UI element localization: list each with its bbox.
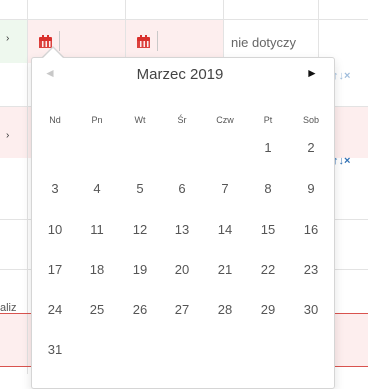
table-column-divider xyxy=(125,0,126,60)
day-cell[interactable]: 6 xyxy=(167,178,197,200)
day-cell[interactable]: 31 xyxy=(40,339,70,361)
day-cell[interactable]: 23 xyxy=(296,259,326,281)
day-cell[interactable]: 12 xyxy=(125,219,155,241)
day-of-week-label: Sob xyxy=(302,115,319,125)
datepicker-caret xyxy=(43,48,63,58)
day-cell[interactable]: 5 xyxy=(125,178,155,200)
day-cell[interactable]: 10 xyxy=(40,219,70,241)
table-column-divider xyxy=(27,0,28,374)
day-cell[interactable]: 28 xyxy=(210,299,240,321)
day-cell[interactable]: 3 xyxy=(40,178,70,200)
day-of-week-label: Pn xyxy=(91,115,103,125)
day-cell[interactable]: 8 xyxy=(253,178,283,200)
datepicker-month-title[interactable]: Marzec 2019 xyxy=(128,66,232,83)
day-of-week-label: Nd xyxy=(49,115,61,125)
day-of-week-label: Wt xyxy=(134,115,146,125)
next-month-icon[interactable]: ► xyxy=(306,66,318,80)
remove-icon[interactable]: × xyxy=(344,70,350,82)
day-of-week-label: Czw xyxy=(216,115,234,125)
day-cell[interactable]: 16 xyxy=(296,219,326,241)
day-cell[interactable]: 9 xyxy=(296,178,326,200)
day-cell[interactable]: 7 xyxy=(210,178,240,200)
row-expand-arrow[interactable]: › xyxy=(6,33,9,44)
day-cell[interactable]: 14 xyxy=(210,219,240,241)
day-cell[interactable]: 27 xyxy=(167,299,197,321)
table-cell-highlight-green xyxy=(0,20,27,63)
day-cell[interactable]: 11 xyxy=(82,219,112,241)
not-applicable-text: nie dotyczy xyxy=(231,35,297,50)
day-cell[interactable]: 25 xyxy=(82,299,112,321)
day-cell[interactable]: 13 xyxy=(167,219,197,241)
day-cell[interactable]: 18 xyxy=(82,259,112,281)
input-addon-divider xyxy=(157,31,158,51)
day-cell[interactable]: 26 xyxy=(125,299,155,321)
remove-icon[interactable]: × xyxy=(344,155,350,167)
day-cell[interactable]: 15 xyxy=(253,219,283,241)
day-cell[interactable]: 20 xyxy=(167,259,197,281)
day-cell[interactable]: 21 xyxy=(210,259,240,281)
day-cell[interactable]: 19 xyxy=(125,259,155,281)
day-cell[interactable]: 29 xyxy=(253,299,283,321)
day-cell[interactable]: 24 xyxy=(40,299,70,321)
row-actions: ↑↓× xyxy=(333,155,350,167)
day-of-week-label: Pt xyxy=(263,115,273,125)
calendar-icon[interactable] xyxy=(137,35,150,48)
day-cell[interactable]: 22 xyxy=(253,259,283,281)
truncated-label: aliz xyxy=(0,302,17,314)
table-row-divider xyxy=(0,19,368,20)
day-cell[interactable]: 1 xyxy=(253,137,283,159)
day-cell[interactable]: 30 xyxy=(296,299,326,321)
day-cell[interactable]: 2 xyxy=(296,137,326,159)
day-of-week-label: Śr xyxy=(177,115,187,125)
row-expand-arrow[interactable]: › xyxy=(6,130,9,141)
table-column-divider xyxy=(223,0,224,60)
day-cell[interactable]: 17 xyxy=(40,259,70,281)
row-actions: ↑↓× xyxy=(333,70,350,82)
previous-month-icon[interactable]: ◄ xyxy=(44,66,56,80)
day-cell[interactable]: 4 xyxy=(82,178,112,200)
